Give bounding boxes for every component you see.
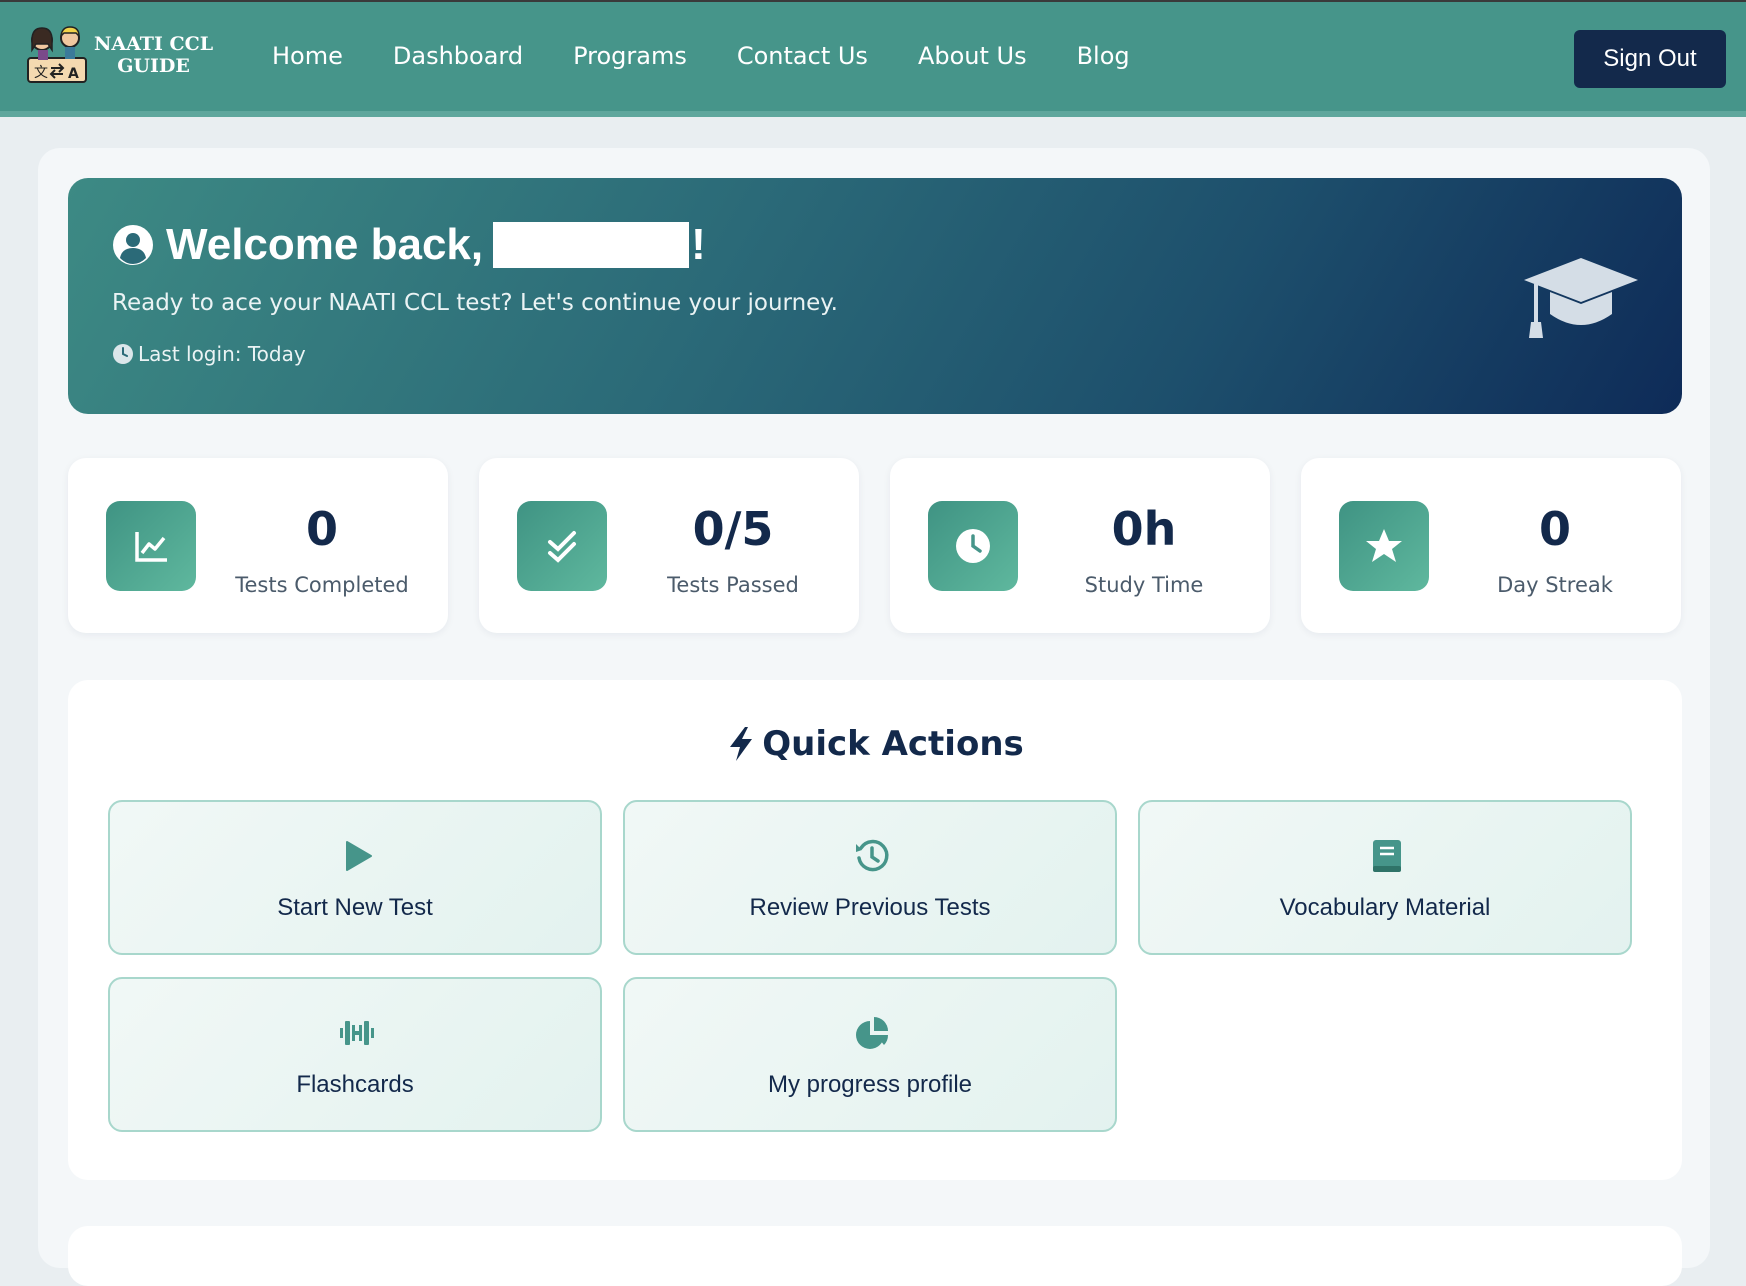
stat-value: 0 [1538, 502, 1571, 556]
clock-icon [956, 529, 990, 563]
graduation-cap-icon [1524, 258, 1638, 338]
stat-icon-box [517, 501, 607, 591]
progress-profile-button[interactable]: My progress profile [623, 977, 1117, 1132]
book-icon [1373, 840, 1401, 872]
nav-home[interactable]: Home [272, 42, 343, 70]
double-check-icon [548, 531, 576, 563]
stat-value: 0 [305, 502, 338, 556]
review-previous-tests-button[interactable]: Review Previous Tests [623, 800, 1117, 955]
top-navbar: 文 A NAATI CCL GUIDE Home Dashboard Progr… [0, 0, 1746, 117]
svg-text:A: A [68, 66, 79, 82]
stat-label: Tests Completed [235, 573, 409, 597]
quick-actions-title: Quick Actions [762, 724, 1024, 764]
nav-blog[interactable]: Blog [1077, 42, 1130, 70]
clock-icon [113, 344, 133, 364]
stat-label: Study Time [1084, 573, 1204, 597]
stat-card-study-time: 0h Study Time [890, 458, 1270, 633]
chart-line-icon [135, 532, 167, 562]
sign-out-button[interactable]: Sign Out [1574, 30, 1726, 88]
stat-label: Tests Passed [667, 573, 799, 597]
welcome-greeting: Welcome back, [166, 220, 484, 269]
user-circle-icon [113, 225, 153, 265]
quick-action-label: Vocabulary Material [1279, 894, 1491, 921]
quick-action-label: Flashcards [296, 1071, 414, 1098]
stat-value: 0/5 [692, 502, 774, 556]
stat-icon-box [928, 501, 1018, 591]
history-icon [856, 839, 889, 872]
brand-name: NAATI CCL GUIDE [94, 33, 213, 77]
quick-action-label: Start New Test [277, 894, 433, 921]
last-login-text: Last login: Today [138, 342, 306, 366]
brand-logo[interactable]: 文 A NAATI CCL GUIDE [26, 24, 213, 86]
dumbbell-icon [340, 1021, 374, 1045]
stat-card-tests-completed: 0 Tests Completed [68, 458, 448, 633]
vocabulary-material-button[interactable]: Vocabulary Material [1138, 800, 1632, 955]
nav-about-us[interactable]: About Us [918, 42, 1027, 70]
quick-action-label: Review Previous Tests [749, 894, 991, 921]
translators-logo-icon: 文 A [27, 26, 87, 83]
quick-action-label: My progress profile [767, 1071, 973, 1098]
quick-actions-panel: Quick Actions Start New Test Review Prev… [68, 680, 1682, 1180]
svg-text:文: 文 [34, 65, 48, 81]
nav-contact-us[interactable]: Contact Us [737, 42, 868, 70]
play-icon [346, 841, 372, 871]
next-section-card [68, 1226, 1682, 1286]
pie-chart-icon [856, 1017, 889, 1049]
stat-icon-box [1339, 501, 1429, 591]
bolt-icon [730, 727, 753, 761]
stat-icon-box [106, 501, 196, 591]
nav-programs[interactable]: Programs [573, 42, 687, 70]
nav-dashboard[interactable]: Dashboard [393, 42, 523, 70]
stat-card-day-streak: 0 Day Streak [1301, 458, 1681, 633]
stat-card-tests-passed: 0/5 Tests Passed [479, 458, 859, 633]
welcome-exclaim: ! [691, 220, 706, 269]
stat-value: 0h [1111, 502, 1177, 556]
welcome-subtitle: Ready to ace your NAATI CCL test? Let's … [112, 290, 838, 316]
star-icon [1366, 529, 1402, 562]
welcome-heading: Welcome back, ! [112, 220, 706, 270]
redacted-username [493, 222, 690, 268]
dashboard-container: Welcome back, ! Ready to ace your NAATI … [38, 148, 1710, 1286]
stat-label: Day Streak [1497, 573, 1613, 597]
quick-actions-heading: Quick Actions [68, 724, 1682, 764]
brand-name-line1: NAATI CCL [94, 33, 214, 55]
flashcards-button[interactable]: Flashcards [108, 977, 602, 1132]
last-login: Last login: Today [112, 342, 306, 366]
nav-links: Home Dashboard Programs Contact Us About… [272, 42, 1180, 70]
start-new-test-button[interactable]: Start New Test [108, 800, 602, 955]
brand-name-line2: GUIDE [117, 55, 190, 77]
welcome-banner: Welcome back, ! Ready to ace your NAATI … [68, 178, 1682, 414]
